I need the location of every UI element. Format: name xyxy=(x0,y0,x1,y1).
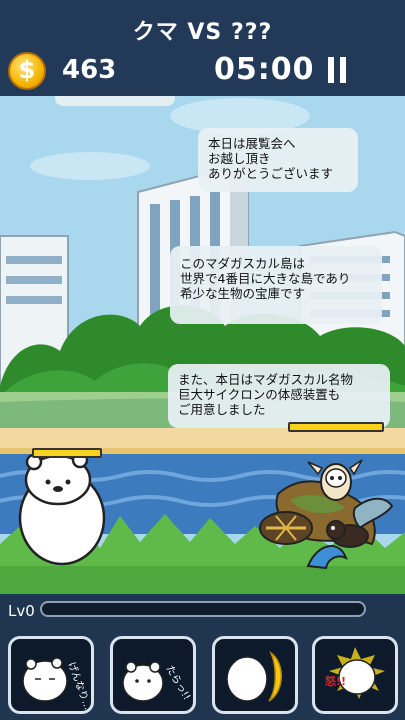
speech-bubble-cyclone: また、本日はマダガスカル名物 巨大サイクロンの体感装置も ご用意しました xyxy=(168,364,390,428)
bear-happy-icon: たらっ!! xyxy=(122,661,193,702)
coin-icon: $ xyxy=(8,52,46,90)
skill-button-2[interactable]: たらっ!! xyxy=(110,636,196,714)
pause-icon xyxy=(328,57,334,83)
bear-angry-icon: 怒!! xyxy=(325,647,385,699)
skill-button-3[interactable] xyxy=(212,636,298,714)
bear-moon-icon xyxy=(226,650,282,702)
skill-caption: 怒!! xyxy=(325,674,346,688)
stage-title: クマ VS ??? xyxy=(132,20,273,45)
countdown-timer: 05:00 xyxy=(214,52,315,87)
coin-count: 463 xyxy=(62,55,117,85)
experience-bar xyxy=(40,601,366,617)
bear-sleepy-icon: げんなり… xyxy=(22,657,91,711)
skill-caption: げんなり… xyxy=(65,660,91,711)
level-row: Lv0 xyxy=(0,594,405,624)
level-label: Lv0 xyxy=(8,602,35,620)
speech-bubble-island: このマダガスカル島は 世界で4番目に大きな島であり 希少な生物の宝庫です xyxy=(170,246,382,324)
skill-button-4[interactable]: 怒!! xyxy=(312,636,398,714)
speech-bubble-welcome: 本日は展覧会へ お越し頂き ありがとうございます xyxy=(198,128,358,192)
skill-button-1[interactable]: げんなり… xyxy=(8,636,94,714)
skill-bar: げんなり… たらっ!! 怒!! xyxy=(0,624,405,720)
pause-button[interactable] xyxy=(326,57,348,83)
skill-caption: たらっ!! xyxy=(163,663,192,702)
top-bar: クマ VS ??? $ 463 05:00 xyxy=(0,0,405,96)
enemy-hp-bar xyxy=(288,422,384,432)
battle-scene: 本日は展覧会へ お越し頂き ありがとうございます このマダガスカル島は 世界で4… xyxy=(0,96,405,594)
speech-bubble-top xyxy=(55,96,175,106)
bear-hp-bar xyxy=(32,448,102,458)
